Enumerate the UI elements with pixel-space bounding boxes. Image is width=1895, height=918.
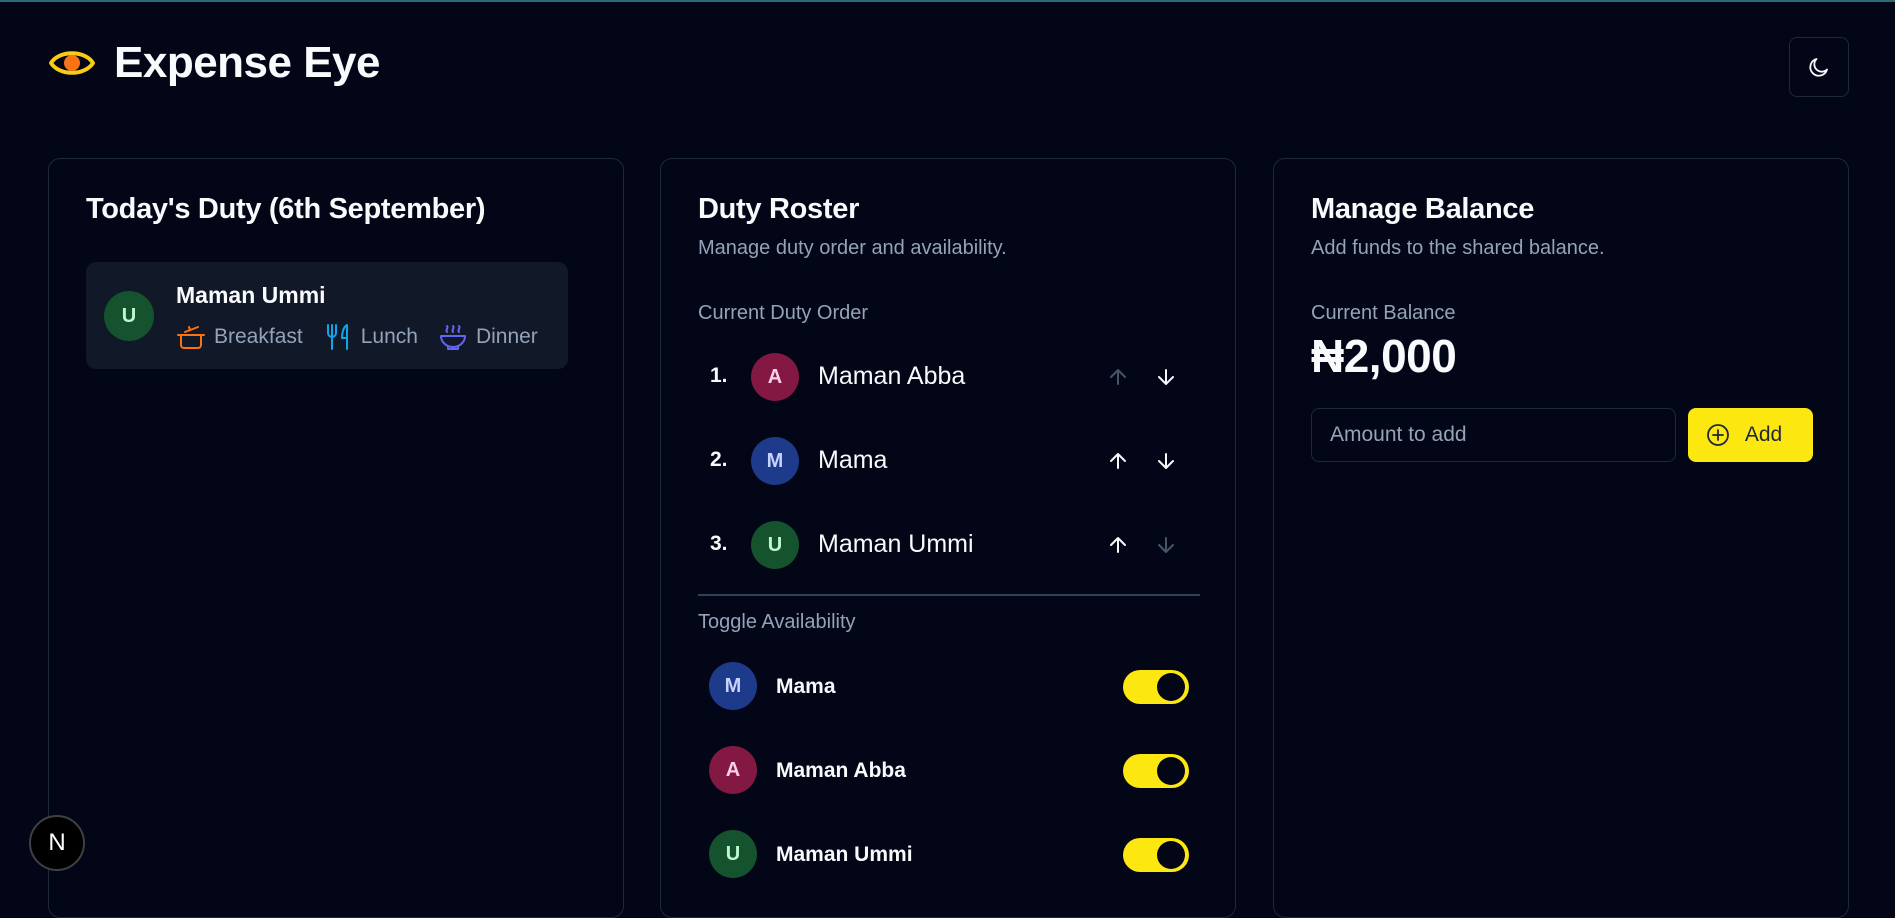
- duty-person-name: Maman Ummi: [176, 282, 326, 308]
- arrow-down-icon: [1158, 453, 1174, 469]
- availability-row: U Maman Ummi: [698, 829, 1198, 879]
- avatar: U: [104, 291, 154, 341]
- roster-row: 2. M Mama: [698, 436, 1198, 486]
- amount-input[interactable]: [1311, 408, 1676, 462]
- move-up-button[interactable]: [1104, 531, 1132, 559]
- meal-label: Lunch: [360, 325, 418, 348]
- manage-balance-card: Manage Balance Add funds to the shared b…: [1273, 158, 1849, 918]
- toggle-knob: [1157, 673, 1185, 701]
- arrow-down-icon: [1158, 537, 1174, 553]
- arrow-down-icon: [1158, 369, 1174, 385]
- moon-icon: [1809, 58, 1828, 77]
- availability-row: M Mama: [698, 661, 1198, 711]
- manage-balance-description: Add funds to the shared balance.: [1311, 237, 1605, 259]
- cooking-pot-icon: [177, 326, 205, 349]
- dev-tools-badge[interactable]: N: [29, 815, 85, 871]
- arrow-up-icon: [1110, 369, 1126, 385]
- current-balance-label: Current Balance: [1311, 302, 1456, 324]
- meal-label: Breakfast: [214, 325, 303, 348]
- avatar: M: [751, 437, 799, 485]
- toggle-knob: [1157, 841, 1185, 869]
- meal-lunch: Lunch: [323, 322, 418, 352]
- add-button-label: Add: [1744, 423, 1783, 446]
- plus-circle-icon: [1707, 424, 1729, 446]
- meal-breakfast: Breakfast: [176, 322, 303, 352]
- toggle-knob: [1157, 757, 1185, 785]
- toggle-availability-label: Toggle Availability: [698, 611, 856, 633]
- avatar: A: [751, 353, 799, 401]
- avatar: A: [709, 746, 757, 794]
- todays-duty-title: Today's Duty (6th September): [86, 193, 486, 225]
- todays-duty-card: Today's Duty (6th September) U Maman Umm…: [48, 158, 624, 918]
- duty-person-box: U Maman Ummi Breakfast Lunch Dinner: [86, 262, 568, 369]
- add-funds-button[interactable]: Add: [1688, 408, 1813, 462]
- availability-name: Maman Ummi: [776, 843, 913, 866]
- duty-roster-description: Manage duty order and availability.: [698, 237, 1007, 259]
- availability-row: A Maman Abba: [698, 745, 1198, 795]
- utensils-icon: [326, 324, 348, 350]
- meal-dinner: Dinner: [438, 322, 538, 352]
- availability-name: Mama: [776, 675, 836, 698]
- duty-roster-title: Duty Roster: [698, 193, 860, 225]
- dev-badge-letter: N: [48, 829, 66, 856]
- availability-name: Maman Abba: [776, 759, 906, 782]
- eye-logo-icon: [49, 51, 95, 75]
- theme-toggle-button[interactable]: [1789, 37, 1849, 97]
- app-header: Expense Eye: [48, 38, 381, 88]
- arrow-up-icon: [1110, 453, 1126, 469]
- row-number: 3.: [710, 532, 728, 555]
- roster-name: Mama: [818, 446, 888, 474]
- avatar: M: [709, 662, 757, 710]
- move-down-button[interactable]: [1152, 363, 1180, 391]
- availability-toggle[interactable]: [1123, 670, 1189, 704]
- soup-bowl-icon: [439, 325, 466, 350]
- roster-name: Maman Abba: [818, 362, 966, 390]
- roster-row: 1. A Maman Abba: [698, 352, 1198, 402]
- current-balance-value: ₦2,000: [1311, 330, 1457, 382]
- meal-list: Breakfast Lunch Dinner: [176, 322, 558, 352]
- roster-name: Maman Ummi: [818, 530, 974, 558]
- arrow-up-icon: [1110, 537, 1126, 553]
- move-up-button[interactable]: [1104, 447, 1132, 475]
- app-title: Expense Eye: [114, 38, 381, 87]
- section-divider: [698, 594, 1200, 596]
- avatar: U: [751, 521, 799, 569]
- row-number: 1.: [710, 364, 728, 387]
- current-duty-order-label: Current Duty Order: [698, 302, 869, 324]
- meal-label: Dinner: [475, 325, 538, 348]
- top-accent-line: [0, 0, 1895, 2]
- move-down-button[interactable]: [1152, 531, 1180, 559]
- avatar: U: [709, 830, 757, 878]
- move-down-button[interactable]: [1152, 447, 1180, 475]
- duty-roster-card: Duty Roster Manage duty order and availa…: [660, 158, 1236, 918]
- roster-row: 3. U Maman Ummi: [698, 520, 1198, 570]
- manage-balance-title: Manage Balance: [1311, 193, 1535, 225]
- availability-toggle[interactable]: [1123, 838, 1189, 872]
- row-number: 2.: [710, 448, 728, 471]
- availability-toggle[interactable]: [1123, 754, 1189, 788]
- move-up-button[interactable]: [1104, 363, 1132, 391]
